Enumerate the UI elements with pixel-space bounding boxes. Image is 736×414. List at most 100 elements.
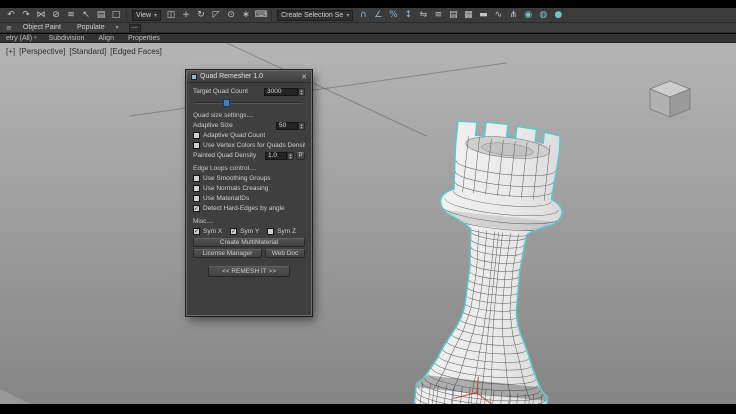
painted-quad-density-label: Painted Quad Density	[193, 152, 265, 159]
checkbox[interactable]	[193, 132, 200, 139]
use-materialids-checkbox[interactable]: Use MaterialIDs	[193, 194, 305, 203]
bind-to-space-warp-icon[interactable]: ≋	[64, 9, 78, 21]
license-button-row: License Manager Web Doc	[193, 249, 305, 258]
painted-quad-density-spinner[interactable]: ▴ ▾	[287, 152, 294, 160]
viewport[interactable]: [+] [Perspective] [Standard] [Edged Face…	[0, 43, 736, 404]
checkbox[interactable]	[267, 228, 274, 235]
ribbon-minimize-button[interactable]: —	[129, 24, 141, 32]
snaps-toggle-icon[interactable]: ∩	[356, 9, 370, 21]
scene-explorer-icon[interactable]: ▤	[446, 9, 460, 21]
checkbox-label: Detect Hard-Edges by angle	[203, 205, 305, 212]
detect-hard-edges-checkbox[interactable]: ✓ Detect Hard-Edges by angle	[193, 204, 305, 213]
render-production-icon[interactable]: ●	[551, 9, 565, 21]
keyboard-shortcut-override-icon[interactable]: ⌨	[254, 9, 268, 21]
target-quad-count-slider[interactable]	[194, 98, 304, 107]
spinner-snap-icon[interactable]: ↕	[401, 9, 415, 21]
schematic-view-icon[interactable]: ⋔	[506, 9, 520, 21]
mirror-icon[interactable]: ⇋	[416, 9, 430, 21]
curve-editor-icon[interactable]: ∿	[491, 9, 505, 21]
target-quad-count-spinner[interactable]: ▴ ▾	[298, 88, 305, 96]
unlink-selection-icon[interactable]: ⊘	[49, 9, 63, 21]
viewport-menu-general[interactable]: [+]	[6, 47, 15, 56]
web-doc-button[interactable]: Web Doc	[265, 249, 305, 258]
align-icon[interactable]: ≡	[431, 9, 445, 21]
layer-explorer-icon[interactable]: ▦	[461, 9, 475, 21]
ribbon-panel-bar: etry (All) ▾ Subdivision Align Propertie…	[0, 34, 736, 43]
symmetry-checkbox-row: ✓ Sym X ✓ Sym Y Sym Z	[193, 227, 305, 236]
use-vertex-colors-checkbox[interactable]: Use Vertex Colors for Quads Density	[193, 141, 305, 150]
dialog-title: Quad Remesher 1.0	[200, 73, 263, 80]
checkbox[interactable]	[193, 185, 200, 192]
select-and-scale-icon[interactable]: ◸	[209, 9, 223, 21]
quad-remesher-dialog: Quad Remesher 1.0 ✕ Target Quad Count 30…	[186, 70, 312, 316]
sym-z-checkbox[interactable]: Sym Z	[267, 228, 296, 235]
use-smoothing-groups-checkbox[interactable]: Use Smoothing Groups	[193, 174, 305, 183]
dialog-title-bar[interactable]: Quad Remesher 1.0 ✕	[187, 71, 311, 83]
viewport-corner-shape	[0, 389, 30, 404]
paint-button[interactable]: P	[296, 152, 305, 160]
percent-snap-icon[interactable]: %	[386, 9, 400, 21]
select-and-link-icon[interactable]: ⋈	[34, 9, 48, 21]
target-quad-count-field[interactable]: 3000	[264, 88, 298, 96]
angle-snap-icon[interactable]: ∠	[371, 9, 385, 21]
checkbox[interactable]: ✓	[193, 205, 200, 212]
slider-track	[195, 102, 303, 104]
render-setup-icon[interactable]: ◍	[536, 9, 550, 21]
edge-loops-control-header: Edge Loops control....	[193, 165, 305, 172]
checkbox[interactable]	[193, 175, 200, 182]
select-and-manipulate-icon[interactable]: ∗	[239, 9, 253, 21]
select-and-move-icon[interactable]: +	[179, 9, 193, 21]
viewport-menu-pov[interactable]: [Perspective]	[19, 47, 65, 56]
adaptive-size-field[interactable]: 50	[276, 122, 298, 130]
license-manager-button[interactable]: License Manager	[193, 249, 262, 258]
viewport-menu-shading[interactable]: [Standard]	[69, 47, 106, 56]
viewport-menu-edged-faces[interactable]: [Edged Faces]	[110, 47, 162, 56]
named-selection-sets-dropdown[interactable]: Create Selection Se ▾	[277, 10, 353, 21]
tab-populate[interactable]: Populate	[74, 23, 108, 33]
panel-align[interactable]: Align	[98, 34, 116, 43]
target-quad-count-label: Target Quad Count	[193, 88, 264, 95]
spinner-down-icon: ▾	[300, 92, 302, 95]
checkbox[interactable]: ✓	[193, 228, 200, 235]
checkbox[interactable]	[193, 195, 200, 202]
panel-properties[interactable]: Properties	[128, 34, 162, 43]
rectangular-selection-region-icon[interactable]: □	[109, 9, 123, 21]
adaptive-quad-count-checkbox[interactable]: Adaptive Quad Count	[193, 131, 305, 140]
edge-checkbox-list: Use Smoothing Groups Use Normals Creasin…	[193, 174, 305, 213]
select-and-rotate-icon[interactable]: ↻	[194, 9, 208, 21]
remesh-button[interactable]: << REMESH IT >>	[208, 266, 290, 277]
panel-subdivision[interactable]: Subdivision	[49, 34, 87, 43]
sym-y-checkbox[interactable]: ✓ Sym Y	[230, 228, 259, 235]
toolbar-group-a: ↶ ↷ ⋈ ⊘ ≋ ↖ ▤ □	[4, 9, 123, 21]
adaptive-size-spinner[interactable]: ▴ ▾	[298, 122, 305, 130]
select-object-icon[interactable]: ↖	[79, 9, 93, 21]
undo-icon[interactable]: ↶	[4, 9, 18, 21]
use-normals-creasing-checkbox[interactable]: Use Normals Creasing	[193, 184, 305, 193]
sym-x-checkbox[interactable]: ✓ Sym X	[193, 228, 222, 235]
checkbox-label: Sym Z	[277, 228, 296, 235]
material-editor-icon[interactable]: ◉	[521, 9, 535, 21]
checkbox[interactable]	[193, 142, 200, 149]
use-pivot-point-center-icon[interactable]: ⊙	[224, 9, 238, 21]
tab-object-paint[interactable]: Object Paint	[20, 23, 64, 33]
spinner-down-icon: ▾	[289, 156, 291, 159]
ribbon-menu-icon[interactable]: ≡	[6, 24, 12, 32]
panel-geometry-all[interactable]: etry (All) ▾	[6, 34, 37, 43]
dialog-icon	[191, 74, 197, 80]
window-crossing-icon[interactable]: ◫	[164, 9, 178, 21]
checkbox-label: Sym X	[203, 228, 222, 235]
toolbar-group-c: ∩ ∠ % ↕ ⇋ ≡ ▤ ▦ ▬ ∿ ⋔ ◉	[356, 9, 565, 21]
rook-model[interactable]	[394, 119, 566, 404]
slider-handle[interactable]	[223, 99, 230, 107]
ribbon-toggle-icon[interactable]: ▬	[476, 9, 490, 21]
select-by-name-icon[interactable]: ▤	[94, 9, 108, 21]
ribbon-collapse-icon[interactable]: ▾	[116, 24, 119, 31]
view-cube[interactable]	[646, 77, 694, 123]
redo-icon[interactable]: ↷	[19, 9, 33, 21]
reference-coordinate-dropdown[interactable]: View ▾	[132, 10, 161, 21]
ribbon-tab-bar: ≡ Object Paint Populate ▾ —	[0, 23, 736, 33]
painted-quad-density-field[interactable]: 1.0	[265, 152, 287, 160]
create-multimaterial-button[interactable]: Create MultiMaterial	[193, 238, 305, 247]
close-icon[interactable]: ✕	[301, 73, 307, 81]
checkbox[interactable]: ✓	[230, 228, 237, 235]
